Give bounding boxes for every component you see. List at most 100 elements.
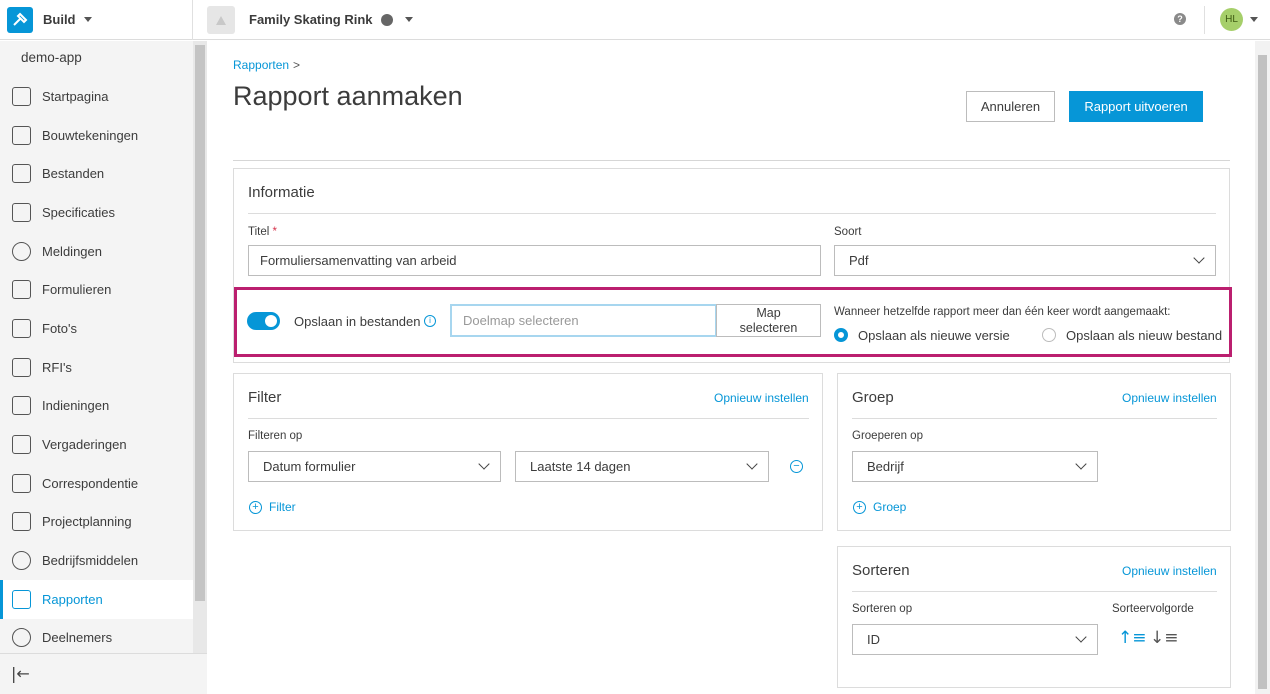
sidebar-item-label: Deelnemers — [42, 630, 113, 646]
divider — [248, 418, 809, 419]
sidebar-item-formulieren[interactable]: Formulieren — [0, 270, 193, 309]
save-to-files-toggle[interactable] — [247, 312, 280, 330]
chevron-down-icon — [1075, 631, 1087, 643]
sidebar-scrollbar-thumb[interactable] — [195, 45, 205, 601]
sidebar-item-label: Formulieren — [42, 282, 112, 298]
type-label: Soort — [834, 226, 862, 238]
sidebar-scrollbar[interactable] — [193, 41, 207, 653]
group-select[interactable]: Bedrijf — [852, 451, 1098, 482]
divider — [248, 213, 1216, 214]
sidebar-item-label: Bouwtekeningen — [42, 127, 139, 143]
chevron-down-icon — [478, 458, 490, 470]
correspondence-icon — [12, 473, 31, 493]
forms-icon — [12, 280, 31, 300]
add-filter-link[interactable]: Filter — [269, 500, 296, 514]
sort-select-value: ID — [867, 632, 880, 647]
type-select[interactable]: Pdf — [834, 245, 1216, 276]
rfi-icon — [12, 357, 31, 377]
duplicate-report-label: Wanneer hetzelfde rapport meer dan één k… — [834, 306, 1171, 318]
filter-range-value: Laatste 14 dagen — [530, 459, 631, 474]
sidebar-item-indieningen[interactable]: Indieningen — [0, 387, 193, 426]
radio-new-file[interactable] — [1042, 328, 1056, 342]
radio-new-version[interactable] — [834, 328, 848, 342]
select-folder-button[interactable]: Map selecteren — [716, 304, 821, 337]
add-group-icon[interactable]: + — [853, 501, 866, 514]
divider — [852, 591, 1217, 592]
sidebar-item-deelnemers[interactable]: Deelnemers — [0, 619, 193, 653]
divider — [233, 160, 1230, 161]
specifications-icon — [12, 202, 31, 222]
sidebar-list: demo-app Startpagina Bouwtekeningen Best… — [0, 41, 193, 653]
sidebar: demo-app Startpagina Bouwtekeningen Best… — [0, 41, 207, 694]
chevron-down-icon[interactable] — [1250, 17, 1258, 22]
sort-select[interactable]: ID — [852, 624, 1098, 655]
sidebar-item-rapporten[interactable]: Rapporten — [0, 579, 193, 619]
filter-field-select[interactable]: Datum formulier — [248, 451, 501, 482]
filter-on-label: Filteren op — [248, 430, 303, 442]
help-icon[interactable]: ? — [1174, 13, 1186, 25]
meetings-icon — [12, 435, 31, 455]
sidebar-item-label: Meldingen — [42, 243, 102, 259]
chevron-down-icon — [404, 17, 413, 22]
filter-heading: Filter — [248, 389, 282, 406]
type-select-value: Pdf — [849, 253, 869, 268]
sidebar-item-bouwtekeningen[interactable]: Bouwtekeningen — [0, 116, 193, 155]
sidebar-item-vergaderingen[interactable]: Vergaderingen — [0, 425, 193, 464]
sidebar-item-bestanden[interactable]: Bestanden — [0, 154, 193, 193]
info-icon[interactable]: i — [424, 315, 436, 327]
sidebar-footer: |← — [0, 653, 207, 694]
run-report-button[interactable]: Rapport uitvoeren — [1069, 91, 1203, 122]
sort-order-label: Sorteervolgorde — [1112, 603, 1194, 615]
filter-reset-link[interactable]: Opnieuw instellen — [714, 391, 809, 405]
filter-range-select[interactable]: Laatste 14 dagen — [515, 451, 769, 482]
sidebar-item-label: Rapporten — [42, 591, 103, 607]
photos-icon — [12, 318, 31, 338]
file-icon — [12, 164, 31, 184]
chevron-down-icon — [1075, 458, 1087, 470]
radio-new-version-label[interactable]: Opslaan als nieuwe versie — [858, 328, 1010, 343]
assets-icon — [12, 551, 31, 571]
sidebar-item-specificaties[interactable]: Specificaties — [0, 193, 193, 232]
chevron-down-icon — [1193, 252, 1205, 264]
add-filter-icon[interactable]: + — [249, 501, 262, 514]
app-name: Build — [43, 12, 76, 27]
sidebar-item-label: Startpagina — [42, 88, 109, 104]
add-group-link[interactable]: Groep — [873, 500, 906, 514]
title-input[interactable]: Formuliersamenvatting van arbeid — [248, 245, 821, 276]
sort-ascending-icon[interactable]: ↑≡ — [1118, 628, 1147, 648]
sidebar-item-startpagina[interactable]: Startpagina — [0, 77, 193, 116]
sidebar-item-rfis[interactable]: RFI's — [0, 348, 193, 387]
sort-descending-icon[interactable]: ↓≡ — [1150, 628, 1179, 648]
app-switcher[interactable]: Build — [0, 0, 193, 40]
sidebar-item-correspondentie[interactable]: Correspondentie — [0, 464, 193, 503]
sidebar-item-meldingen[interactable]: Meldingen — [0, 232, 193, 271]
collapse-sidebar-icon[interactable]: |← — [11, 664, 30, 683]
group-on-label: Groeperen op — [852, 430, 923, 442]
project-thumbnail — [207, 5, 235, 34]
sidebar-item-label: Bedrijfsmiddelen — [42, 553, 139, 569]
remove-filter-icon[interactable]: − — [790, 460, 803, 473]
sidebar-item-label: Indieningen — [42, 398, 110, 414]
sidebar-item-bedrijfsmiddelen[interactable]: Bedrijfsmiddelen — [0, 541, 193, 580]
group-reset-link[interactable]: Opnieuw instellen — [1122, 391, 1217, 405]
avatar[interactable]: HL — [1220, 8, 1243, 31]
top-bar: Build Family Skating Rink ? HL — [0, 0, 1270, 40]
sidebar-item-label: RFI's — [42, 359, 72, 375]
project-switcher[interactable]: Family Skating Rink — [207, 5, 413, 34]
sidebar-item-label: Specificaties — [42, 204, 115, 220]
target-folder-input[interactable]: Doelmap selecteren — [450, 304, 717, 337]
sort-reset-link[interactable]: Opnieuw instellen — [1122, 564, 1217, 578]
home-icon — [12, 86, 31, 106]
toggle-knob — [265, 315, 277, 327]
submittals-icon — [12, 396, 31, 416]
radio-new-file-label[interactable]: Opslaan als nieuw bestand — [1066, 328, 1222, 343]
page-scrollbar[interactable] — [1255, 41, 1270, 694]
sidebar-item-fotos[interactable]: Foto's — [0, 309, 193, 348]
breadcrumb-link-rapporten[interactable]: Rapporten — [233, 58, 289, 72]
page-scrollbar-thumb[interactable] — [1258, 55, 1267, 689]
sidebar-item-projectplanning[interactable]: Projectplanning — [0, 503, 193, 542]
cancel-button[interactable]: Annuleren — [966, 91, 1055, 122]
sort-heading: Sorteren — [852, 562, 910, 579]
title-label-text: Titel — [248, 226, 270, 238]
select-folder-label-2: selecteren — [739, 321, 798, 335]
